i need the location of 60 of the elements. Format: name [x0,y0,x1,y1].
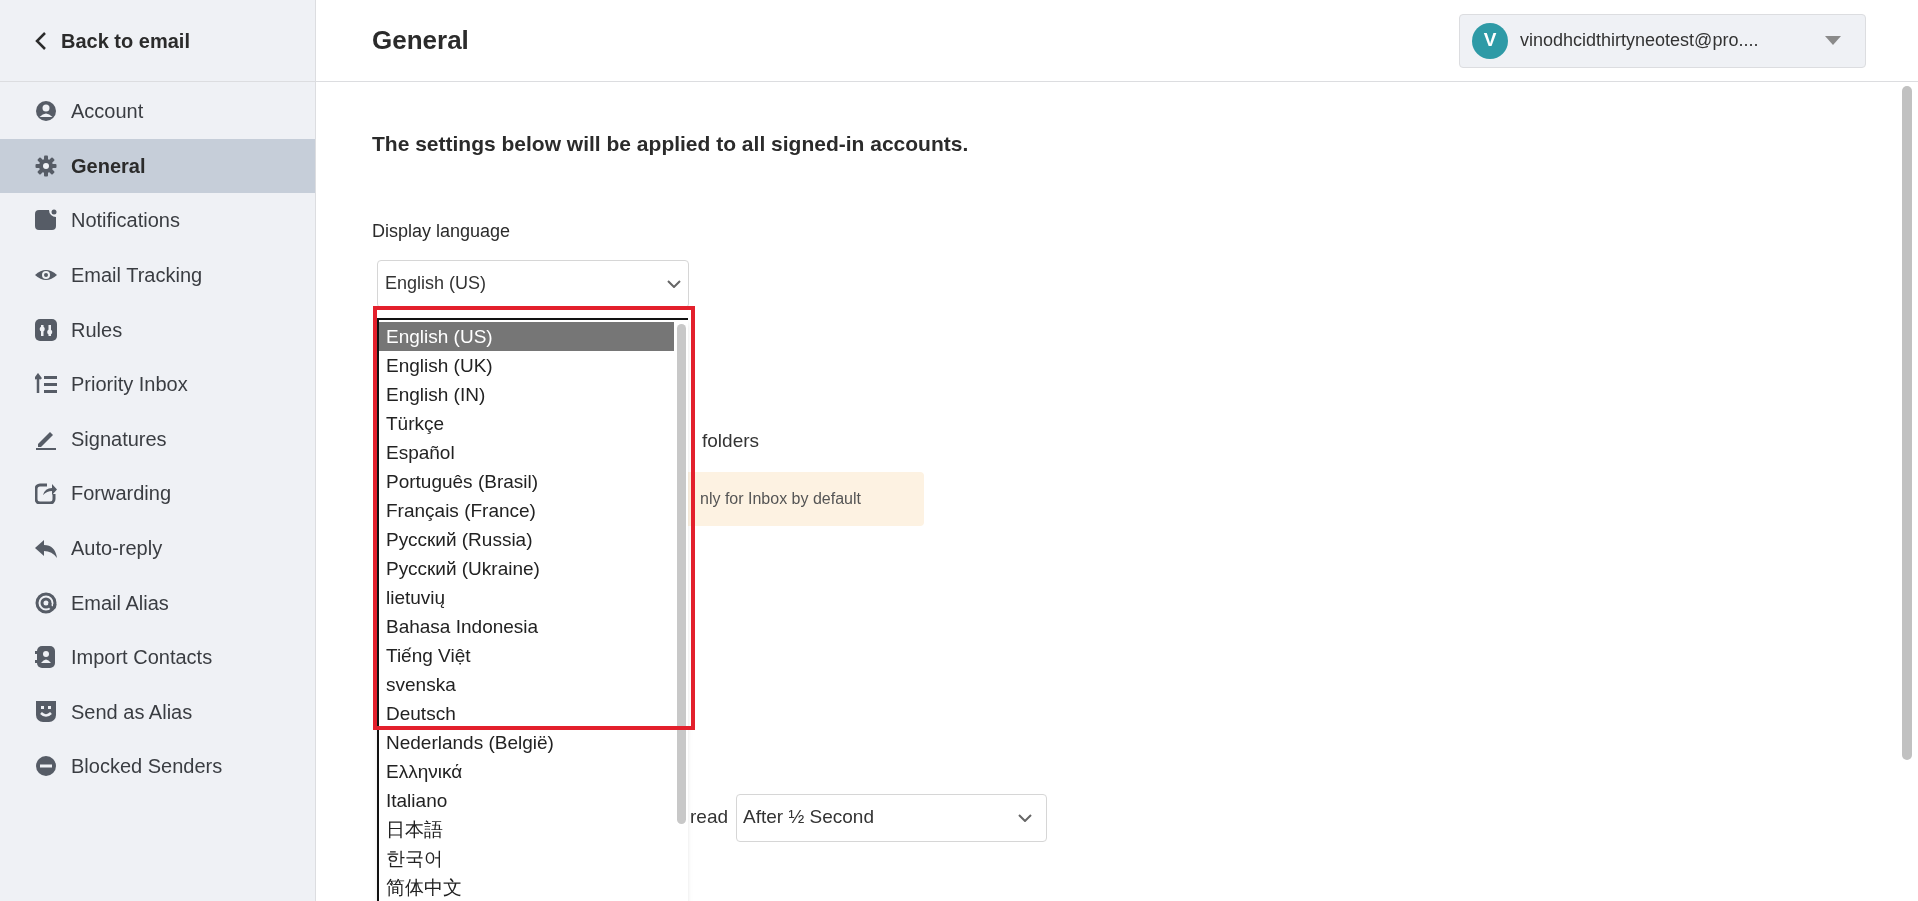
sidebar-item[interactable]: General [0,138,315,194]
language-option[interactable]: Tiếng Việt [379,641,674,670]
language-option[interactable]: 日本語 [379,815,674,844]
sliders-icon [35,318,57,341]
language-option[interactable]: Italiano [379,786,674,815]
language-option[interactable]: Français (France) [379,496,674,525]
language-option[interactable]: Nederlands (België) [379,728,674,757]
sidebar-item[interactable]: Account [0,84,315,139]
caret-down-icon [1825,36,1841,45]
notification-icon [35,209,57,232]
smiley-icon [35,700,57,723]
notice-text: nly for Inbox by default [700,488,861,509]
sidebar-item[interactable]: Rules [0,302,315,357]
sidebar-item[interactable]: Email Tracking [0,247,315,303]
language-option[interactable]: Bahasa Indonesia [379,612,674,641]
sidebar-item[interactable]: Import Contacts [0,629,315,685]
at-sign-icon [35,591,57,614]
language-option[interactable]: svenska [379,670,674,699]
language-option[interactable]: Ελληνικά [379,757,674,786]
sidebar-item[interactable]: Email Alias [0,575,315,630]
display-language-label: Display language [372,219,512,243]
sort-list-icon [35,373,57,396]
sidebar-item[interactable]: Blocked Senders [0,739,315,794]
mark-read-select[interactable]: After ½ Second [736,793,1048,842]
language-option[interactable]: English (US) [379,322,674,351]
language-option[interactable]: Español [379,438,674,467]
language-option[interactable]: English (UK) [379,351,674,380]
avatar: V [1472,22,1508,59]
language-option[interactable]: Deutsch [379,699,674,728]
account-switcher[interactable]: V vinodhcidthirtyneotest@pro.... [1459,13,1866,68]
sidebar-item[interactable]: Signatures [0,411,315,467]
sidebar-item[interactable]: Send as Alias [0,684,315,740]
scrollbar-thumb[interactable] [1902,86,1912,760]
chevron-down-icon [667,279,681,288]
sidebar-item[interactable]: Auto-reply [0,520,315,576]
sidebar-item[interactable]: Forwarding [0,466,315,521]
language-option[interactable]: lietuvių [379,583,674,612]
language-option[interactable]: Русский (Russia) [379,525,674,554]
sidebar-item[interactable]: Notifications [0,193,315,248]
sidebar-item[interactable]: Priority Inbox [0,356,315,412]
contact-card-icon [35,646,57,669]
settings-icon [35,154,57,177]
mark-read-label: read [690,805,729,830]
settings-note: The settings below will be applied to all signed-in accounts. [372,131,970,157]
page-title: General [372,24,469,57]
language-option[interactable]: Türkçe [379,409,674,438]
share-icon [35,482,57,505]
language-option[interactable]: 한국어 [379,844,674,873]
minus-circle-icon [35,755,57,778]
account-icon [35,100,57,123]
language-option[interactable]: English (IN) [379,380,674,409]
option-label: folders [702,429,760,454]
reply-icon [35,537,57,560]
back-to-email-link[interactable]: Back to email [35,25,190,56]
language-option[interactable]: Русский (Ukraine) [379,554,674,583]
language-option[interactable]: 简体中文 [379,873,674,901]
scrollbar-thumb[interactable] [677,324,686,824]
chevron-left-icon [35,30,47,51]
chevron-down-icon [1018,813,1033,822]
language-option[interactable]: Português (Brasil) [379,467,674,496]
